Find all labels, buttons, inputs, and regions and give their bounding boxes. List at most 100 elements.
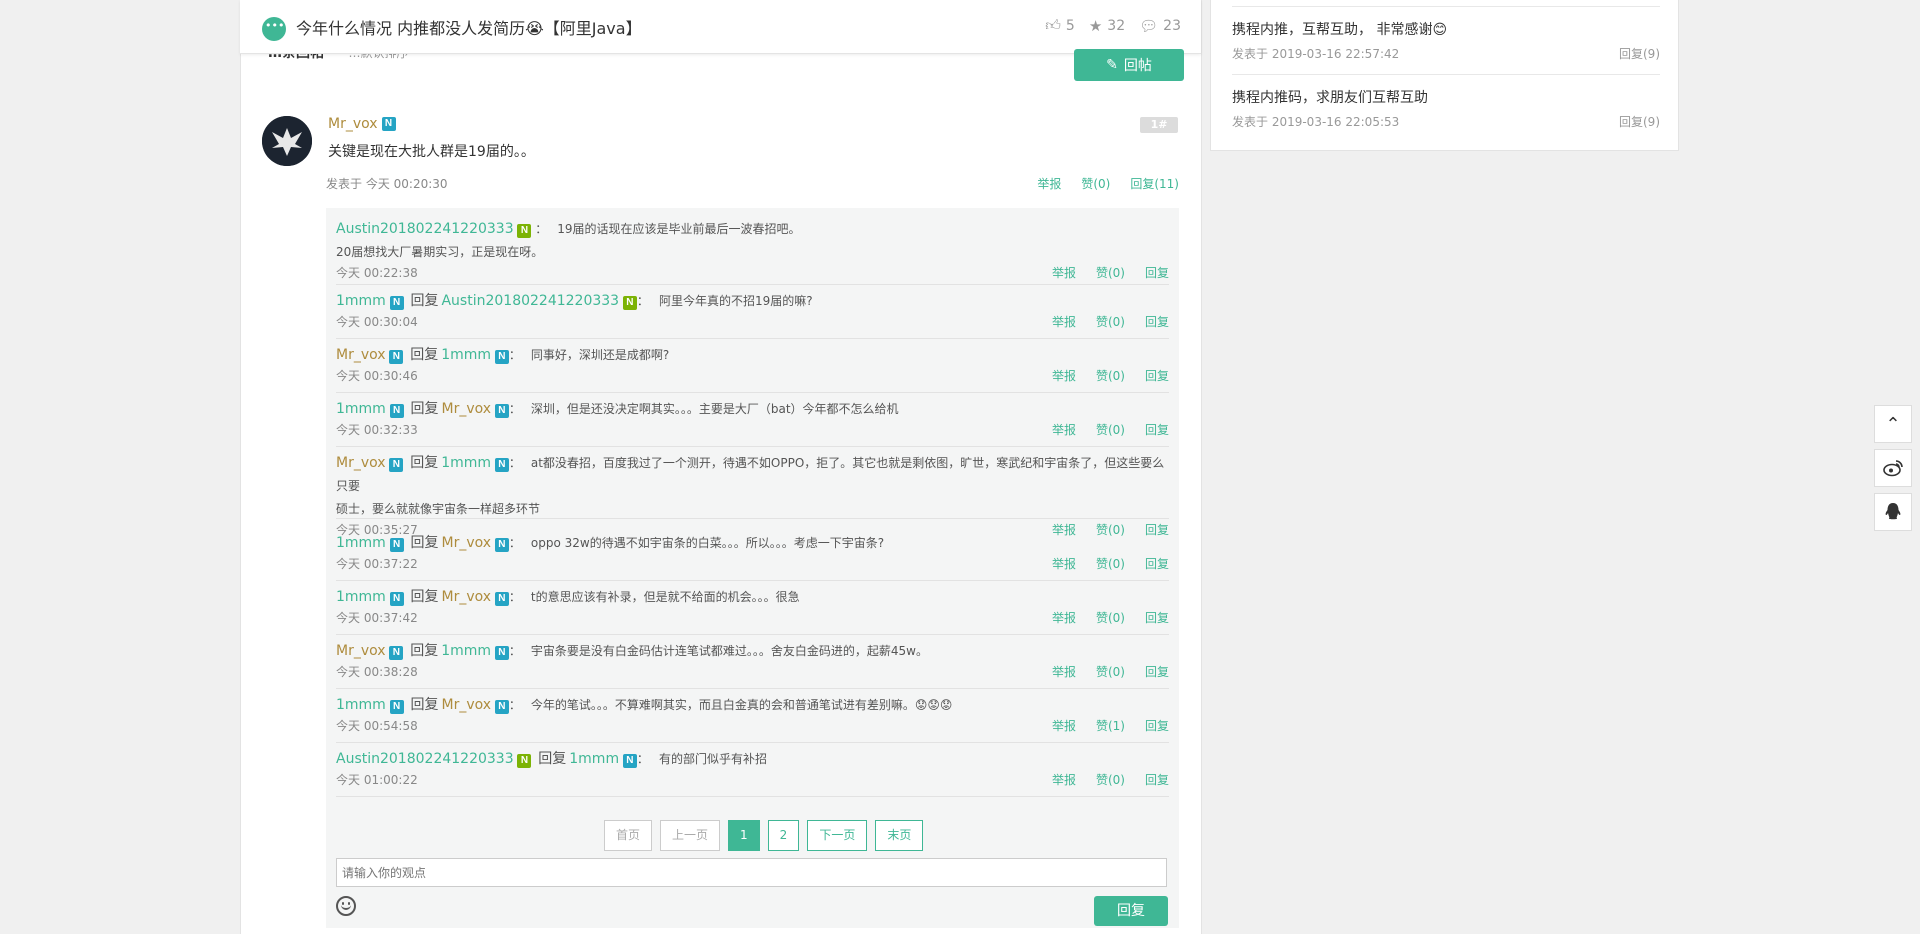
report-link[interactable]: 举报: [1037, 175, 1061, 192]
weibo-share-icon[interactable]: [1874, 449, 1912, 487]
page-prev[interactable]: 上一页: [660, 820, 721, 851]
reply-post-button[interactable]: ✎ 回帖: [1074, 49, 1184, 81]
post-stats: 👍︎ 5 ★ 32 💬︎ 23: [1045, 16, 1181, 35]
like-link[interactable]: 赞(1): [1096, 717, 1125, 734]
star-count: 32: [1107, 17, 1126, 34]
page-first[interactable]: 首页: [604, 820, 653, 851]
reply-link[interactable]: 回复: [1145, 264, 1169, 281]
reply-to-user[interactable]: Austin201802241220333: [441, 293, 619, 309]
avatar[interactable]: [262, 116, 312, 166]
page-2[interactable]: 2: [767, 820, 800, 851]
like-link[interactable]: 赞(0): [1096, 421, 1125, 438]
reply-user[interactable]: Mr_vox: [336, 347, 386, 363]
related-post-time: 发表于 2019-03-16 22:57:42: [1232, 47, 1400, 61]
reply-link[interactable]: 回复: [1145, 663, 1169, 680]
reply-to-badge: N: [494, 538, 509, 552]
report-link[interactable]: 举报: [1052, 264, 1076, 281]
reply-time: 今天 00:38:28: [336, 665, 418, 679]
floor-author[interactable]: Mr_vox N: [328, 116, 396, 132]
post-header-bar: 今年什么情况 内推都没人发简历😭【阿里Java】 👍︎5 ★32 💬︎23: [240, 0, 1201, 54]
report-link[interactable]: 举报: [1052, 367, 1076, 384]
report-link[interactable]: 举报: [1052, 717, 1076, 734]
comment-stat[interactable]: 💬︎ 23: [1139, 16, 1181, 35]
reply-link[interactable]: 回复: [1145, 771, 1169, 788]
reply-user[interactable]: Austin201802241220333: [336, 751, 514, 767]
like-link[interactable]: 赞(0): [1096, 609, 1125, 626]
reply-to-user[interactable]: Mr_vox: [441, 589, 491, 605]
report-link[interactable]: 举报: [1052, 609, 1076, 626]
related-post-title[interactable]: 携程内推码，求朋友们互帮互助: [1232, 87, 1660, 107]
report-link[interactable]: 举报: [1052, 421, 1076, 438]
reply-to-word: 回复: [410, 697, 439, 713]
like-link[interactable]: 赞(0): [1096, 367, 1125, 384]
like-link[interactable]: 赞(0): [1081, 175, 1110, 192]
reply-link[interactable]: 回复: [1145, 717, 1169, 734]
reply-time: 今天 00:37:22: [336, 557, 418, 571]
emoji-icon[interactable]: [336, 896, 356, 916]
reply-user[interactable]: 1mmm: [336, 697, 386, 713]
like-link[interactable]: 赞(0): [1096, 663, 1125, 680]
back-to-top-icon[interactable]: ⌃: [1874, 405, 1912, 443]
reply-user[interactable]: 1mmm: [336, 401, 386, 417]
related-post-title[interactable]: 携程内推，互帮互助， 非常感谢😊: [1232, 19, 1660, 39]
reply-link[interactable]: 回复: [1145, 609, 1169, 626]
reply-text: 同事好，深圳还是成都啊?: [530, 348, 670, 362]
like-link[interactable]: 赞(0): [1096, 264, 1125, 281]
reply-user[interactable]: Mr_vox: [336, 455, 386, 471]
reply-to-word: 回复: [410, 455, 439, 471]
like-link[interactable]: 赞(0): [1096, 313, 1125, 330]
reply-to-word: 回复: [410, 643, 439, 659]
report-link[interactable]: 举报: [1052, 771, 1076, 788]
reply-to-badge: N: [494, 646, 509, 660]
report-link[interactable]: 举报: [1052, 313, 1076, 330]
reply-user[interactable]: 1mmm: [336, 535, 386, 551]
reply-link[interactable]: 回复: [1145, 555, 1169, 572]
pagination: 首页 上一页 1 2 下一页 末页: [604, 820, 924, 851]
report-link[interactable]: 举报: [1052, 663, 1076, 680]
reply-link[interactable]: 回复: [1145, 421, 1169, 438]
like-count: 5: [1065, 17, 1075, 34]
divider: [1232, 74, 1660, 75]
reply-to-user[interactable]: 1mmm: [569, 751, 619, 767]
author-name[interactable]: Mr_vox: [328, 116, 378, 132]
reply-link[interactable]: 回复(11): [1130, 175, 1179, 192]
pencil-icon: ✎: [1106, 57, 1118, 73]
reply-item: 1mmm N 回复 Mr_vox N：深圳，但是还没决定啊其实。。。主要是大厂（b…: [336, 398, 1169, 447]
like-link[interactable]: 赞(0): [1096, 555, 1125, 572]
reply-user[interactable]: Mr_vox: [336, 643, 386, 659]
reply-link[interactable]: 回复: [1145, 313, 1169, 330]
related-post[interactable]: 携程内推码，求朋友们互帮互助 发表于 2019-03-16 22:05:53 回复…: [1232, 87, 1660, 131]
post-title: 今年什么情况 内推都没人发简历😭【阿里Java】: [296, 19, 642, 38]
like-link[interactable]: 赞(0): [1096, 771, 1125, 788]
reply-item: 1mmm N 回复 Mr_vox N： oppo 32w的待遇不如宇宙条的白菜。。。…: [336, 532, 1169, 581]
reply-to-user[interactable]: Mr_vox: [441, 697, 491, 713]
floating-toolbar: ⌃: [1874, 405, 1912, 531]
reply-link[interactable]: 回复: [1145, 367, 1169, 384]
reply-item: Mr_vox N 回复 1mmm N：同事好，深圳还是成都啊? 今天 00:30:4…: [336, 344, 1169, 393]
qq-share-icon[interactable]: [1874, 493, 1912, 531]
reply-user[interactable]: Austin201802241220333: [336, 221, 514, 237]
comment-input[interactable]: [336, 858, 1167, 887]
reply-to-user[interactable]: 1mmm: [441, 455, 491, 471]
page-last[interactable]: 末页: [875, 820, 924, 851]
reply-to-badge: N: [494, 404, 509, 418]
star-stat[interactable]: ★ 32: [1089, 16, 1125, 35]
page-1[interactable]: 1: [728, 820, 760, 851]
report-link[interactable]: 举报: [1052, 555, 1076, 572]
reply-to-badge: N: [494, 592, 509, 606]
related-post[interactable]: 携程内推，互帮互助， 非常感谢😊 发表于 2019-03-16 22:57:42…: [1232, 19, 1660, 63]
reply-to-user[interactable]: Mr_vox: [441, 535, 491, 551]
reply-user[interactable]: 1mmm: [336, 293, 386, 309]
reply-to-user[interactable]: 1mmm: [441, 347, 491, 363]
reply-user[interactable]: 1mmm: [336, 589, 386, 605]
like-stat[interactable]: 👍︎ 5: [1045, 16, 1075, 35]
chat-icon: [262, 17, 286, 41]
comment-count: 23: [1163, 17, 1181, 34]
reply-to-user[interactable]: Mr_vox: [441, 401, 491, 417]
reply-user-badge: N: [389, 646, 404, 660]
reply-to-user[interactable]: 1mmm: [441, 643, 491, 659]
submit-reply-button[interactable]: 回复: [1094, 896, 1168, 926]
page-next[interactable]: 下一页: [807, 820, 868, 851]
reply-to-word: 回复: [410, 347, 439, 363]
reply-item: Austin201802241220333 N 回复 1mmm N：有的部门似乎有…: [336, 748, 1169, 797]
